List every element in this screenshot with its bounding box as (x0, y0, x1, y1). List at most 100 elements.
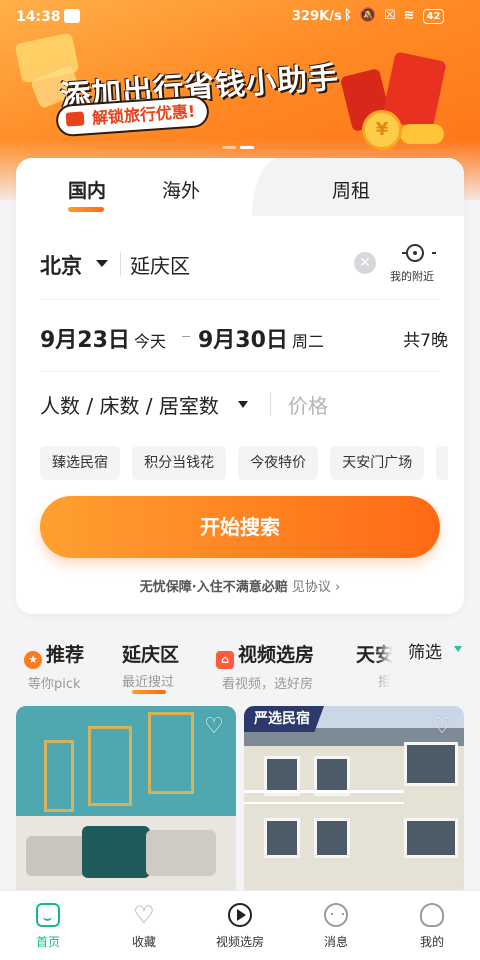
agreement-link[interactable]: 见协议 › (292, 580, 340, 595)
nav-favorites[interactable]: ♡ 收藏 (96, 903, 192, 950)
destination-input[interactable]: 延庆区 (130, 250, 190, 279)
network-speed: 329K/s (292, 9, 342, 24)
status-time: 14:38 (16, 9, 61, 25)
heart-icon[interactable]: ♡ (202, 716, 226, 738)
nav-label: 收藏 (131, 935, 156, 949)
profile-icon (420, 903, 444, 927)
wall-art (88, 726, 132, 806)
nearby-button[interactable]: 我的附近 (390, 268, 434, 284)
category-label: 天安 (356, 644, 395, 666)
chevron-down-icon (454, 646, 462, 652)
wall-art (44, 740, 74, 812)
play-icon (228, 903, 252, 927)
category-subtitle: 看视频，选好房 (222, 677, 314, 692)
destination-row: 北京 延庆区 ✕ 我的附近 (40, 244, 448, 296)
divider (270, 392, 271, 416)
home-icon (36, 903, 60, 927)
battery-icon: 42 (422, 8, 445, 24)
nav-label: 视频选房 (215, 935, 264, 949)
search-button[interactable]: 开始搜索 (40, 496, 440, 558)
nav-label: 首页 (35, 935, 60, 949)
window (404, 742, 458, 786)
listing-card[interactable]: ♡ (16, 706, 236, 896)
nav-home[interactable]: 首页 (0, 903, 96, 950)
quick-tag[interactable]: 积分当钱花 (132, 446, 227, 480)
guests-row: 人数 / 床数 / 居室数 价格 (40, 388, 448, 424)
checkin-note: 今天 (134, 332, 167, 351)
category-video[interactable]: ⌂ 视频选房 看视频，选好房 (216, 640, 314, 692)
quick-tag[interactable]: 天安门广场 (330, 446, 425, 480)
category-subtitle: 拒 (378, 675, 392, 690)
tab-domestic[interactable]: 国内 (68, 176, 106, 203)
search-card: 国内 海外 周租 北京 延庆区 ✕ 我的附近 9月23日 今天 9月30日 周二… (16, 158, 464, 614)
pillow (146, 830, 216, 876)
guarantee-text: 无忧保障·入住不满意必赔 (139, 580, 288, 595)
nights-count: 共7晚 (403, 331, 448, 351)
price-filter[interactable]: 价格 (288, 390, 328, 419)
nav-messages[interactable]: 消息 (288, 903, 384, 950)
pillow (82, 826, 150, 878)
city-selector[interactable]: 北京 (40, 250, 82, 280)
filter-label: 筛选 (408, 643, 442, 663)
category-label: 推荐 (46, 644, 85, 666)
divider (40, 299, 440, 300)
date-row[interactable]: 9月23日 今天 9月30日 周二 共7晚 (40, 320, 448, 356)
checkout-date[interactable]: 9月30日 (198, 322, 288, 354)
listing-card[interactable]: 严选民宿 ♡ (244, 706, 464, 896)
tab-overseas[interactable]: 海外 (162, 176, 200, 203)
star-icon: ★ (24, 651, 42, 669)
date-separator (182, 336, 190, 337)
heart-icon: ♡ (133, 901, 155, 929)
house-video-icon: ⌂ (216, 651, 234, 669)
status-icons: ᛒ 🔕 ☒ ≋ 42 (344, 8, 445, 24)
app-notification-icon (64, 9, 80, 23)
category-label: 延庆区 (122, 644, 180, 666)
coin-stack-decoration (400, 124, 444, 144)
bluetooth-icon: ᛒ (344, 8, 352, 23)
divider (40, 371, 440, 372)
clear-icon[interactable]: ✕ (354, 252, 376, 274)
mute-icon: 🔕 (359, 8, 376, 23)
nav-label: 消息 (323, 935, 348, 949)
status-bar: 14:38 329K/s ᛒ 🔕 ☒ ≋ 42 (0, 0, 480, 34)
pager-dot-active (240, 146, 254, 149)
nav-label: 我的 (419, 935, 444, 949)
wall-art (148, 712, 194, 794)
window (314, 818, 350, 858)
listing-badge: 严选民宿 (244, 706, 324, 732)
quick-tag[interactable]: 今夜特价 (238, 446, 319, 480)
category-label: 视频选房 (238, 644, 315, 666)
tab-active-indicator (68, 207, 104, 212)
heart-icon[interactable]: ♡ (430, 716, 454, 738)
checkout-note: 周二 (292, 332, 325, 351)
category-tiananmen[interactable]: 天安 拒 (356, 640, 394, 690)
quick-tags: 臻选民宿 积分当钱花 今夜特价 天安门广场 前 (40, 446, 448, 482)
sim-off-icon: ☒ (384, 8, 396, 23)
nav-profile[interactable]: 我的 (384, 903, 480, 950)
category-recent-search[interactable]: 延庆区 最近搜过 (122, 640, 179, 690)
nav-video[interactable]: 视频选房 (192, 903, 288, 950)
message-icon (324, 903, 348, 927)
category-tabs: ★ 推荐 等你pick 延庆区 最近搜过 ⌂ 视频选房 看视频，选好房 天安 拒 筛… (0, 632, 480, 696)
tab-weekly-rent[interactable]: 周租 (332, 176, 370, 203)
balcony-railing (244, 790, 404, 804)
guarantee-notice: 无忧保障·入住不满意必赔 见协议 › (16, 576, 464, 595)
guests-selector[interactable]: 人数 / 床数 / 居室数 (40, 390, 219, 419)
window (264, 818, 300, 858)
locate-icon[interactable] (402, 244, 436, 262)
category-recommend[interactable]: ★ 推荐 等你pick (24, 640, 84, 692)
checkin-date[interactable]: 9月23日 (40, 322, 130, 354)
category-recommend-title: ★ 推荐 (24, 640, 84, 669)
filter-button[interactable]: 筛选 (392, 632, 480, 696)
banner-pager (222, 146, 254, 149)
category-subtitle: 最近搜过 (122, 675, 175, 690)
wifi-icon: ≋ (403, 8, 415, 23)
chevron-down-icon[interactable] (238, 401, 248, 408)
chevron-down-icon[interactable] (96, 260, 108, 267)
bottom-nav: 首页 ♡ 收藏 视频选房 消息 我的 (0, 890, 480, 960)
category-subtitle: 等你pick (28, 677, 81, 692)
window (404, 818, 458, 858)
quick-tag[interactable]: 前 (436, 446, 448, 480)
quick-tag[interactable]: 臻选民宿 (40, 446, 120, 480)
category-video-title: ⌂ 视频选房 (216, 640, 314, 669)
